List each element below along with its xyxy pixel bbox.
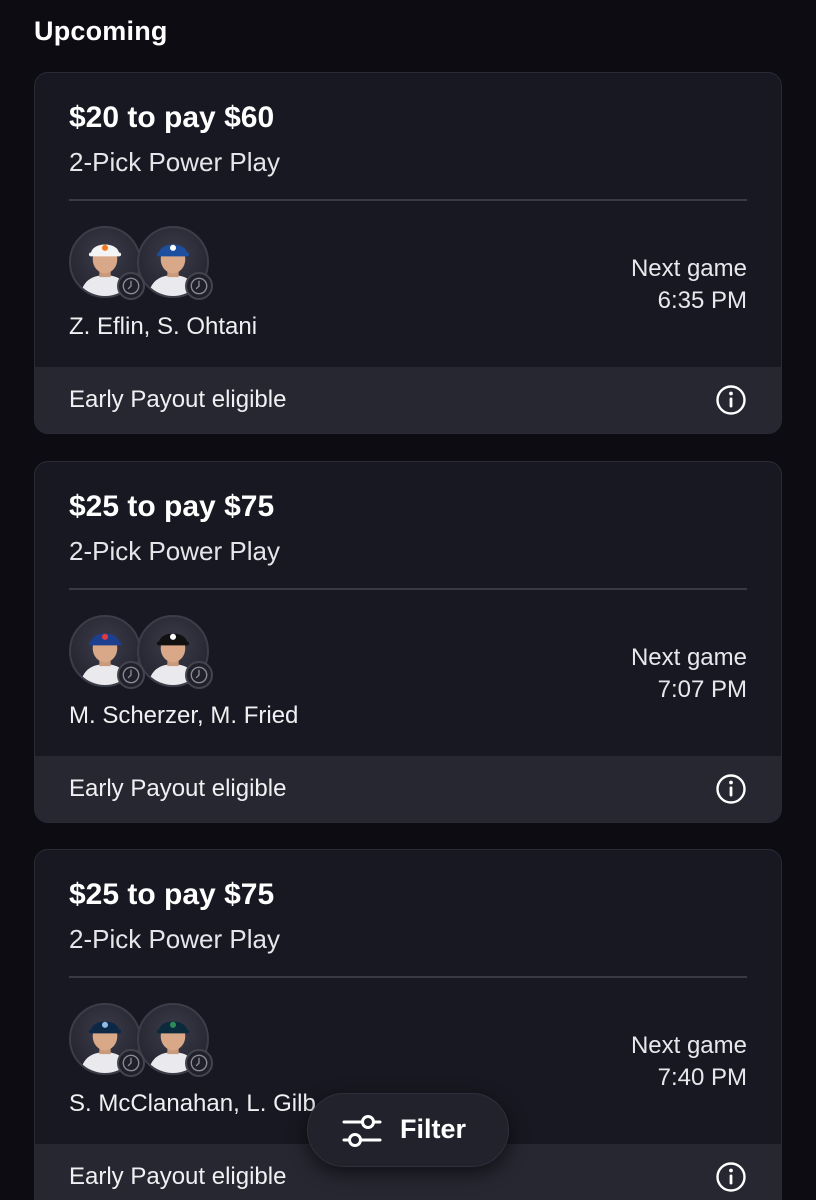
player-names: M. Scherzer, M. Fried [69,702,299,729]
divider [69,199,747,201]
wager-amount: $25 to pay $75 [69,878,275,911]
player-avatars [69,226,219,302]
divider [69,976,747,978]
early-payout-label: Early Payout eligible [69,386,287,413]
wager-amount: $20 to pay $60 [69,101,275,134]
next-game-time: 6:35 PM [657,287,747,314]
next-game-time: 7:07 PM [657,676,747,703]
info-icon[interactable] [715,773,747,805]
filter-label: Filter [400,1114,467,1144]
entry-card[interactable]: $25 to pay $75 2-Pick Power Play M. Sche… [34,461,782,823]
early-payout-footer: Early Payout eligible [35,367,781,433]
play-type: 2-Pick Power Play [69,924,280,954]
next-game-label: Next game [630,1032,747,1059]
entry-card[interactable]: $20 to pay $60 2-Pick Power Play Z. Efli… [34,72,782,434]
next-game-time: 7:40 PM [657,1064,747,1091]
divider [69,588,747,590]
play-type: 2-Pick Power Play [69,536,280,566]
player-names: S. McClanahan, L. Gilb [69,1090,316,1117]
player-names: Z. Eflin, S. Ohtani [69,313,258,340]
info-icon[interactable] [715,1161,747,1193]
play-type: 2-Pick Power Play [69,147,280,177]
clock-icon [117,272,145,300]
upcoming-screen: Upcoming $20 to pay $60 2-Pick Power Pla… [0,0,816,1200]
next-game-label: Next game [630,255,747,282]
section-title: Upcoming [34,16,168,46]
sliders-icon [342,1113,382,1149]
clock-icon [185,272,213,300]
early-payout-label: Early Payout eligible [69,775,287,802]
filter-button[interactable]: Filter [307,1093,509,1167]
next-game-label: Next game [630,644,747,671]
player-avatars [69,615,219,691]
early-payout-footer: Early Payout eligible [35,756,781,822]
clock-icon [117,1049,145,1077]
clock-icon [185,1049,213,1077]
clock-icon [185,661,213,689]
early-payout-label: Early Payout eligible [69,1163,287,1190]
wager-amount: $25 to pay $75 [69,490,275,523]
clock-icon [117,661,145,689]
info-icon[interactable] [715,384,747,416]
player-avatars [69,1003,219,1079]
